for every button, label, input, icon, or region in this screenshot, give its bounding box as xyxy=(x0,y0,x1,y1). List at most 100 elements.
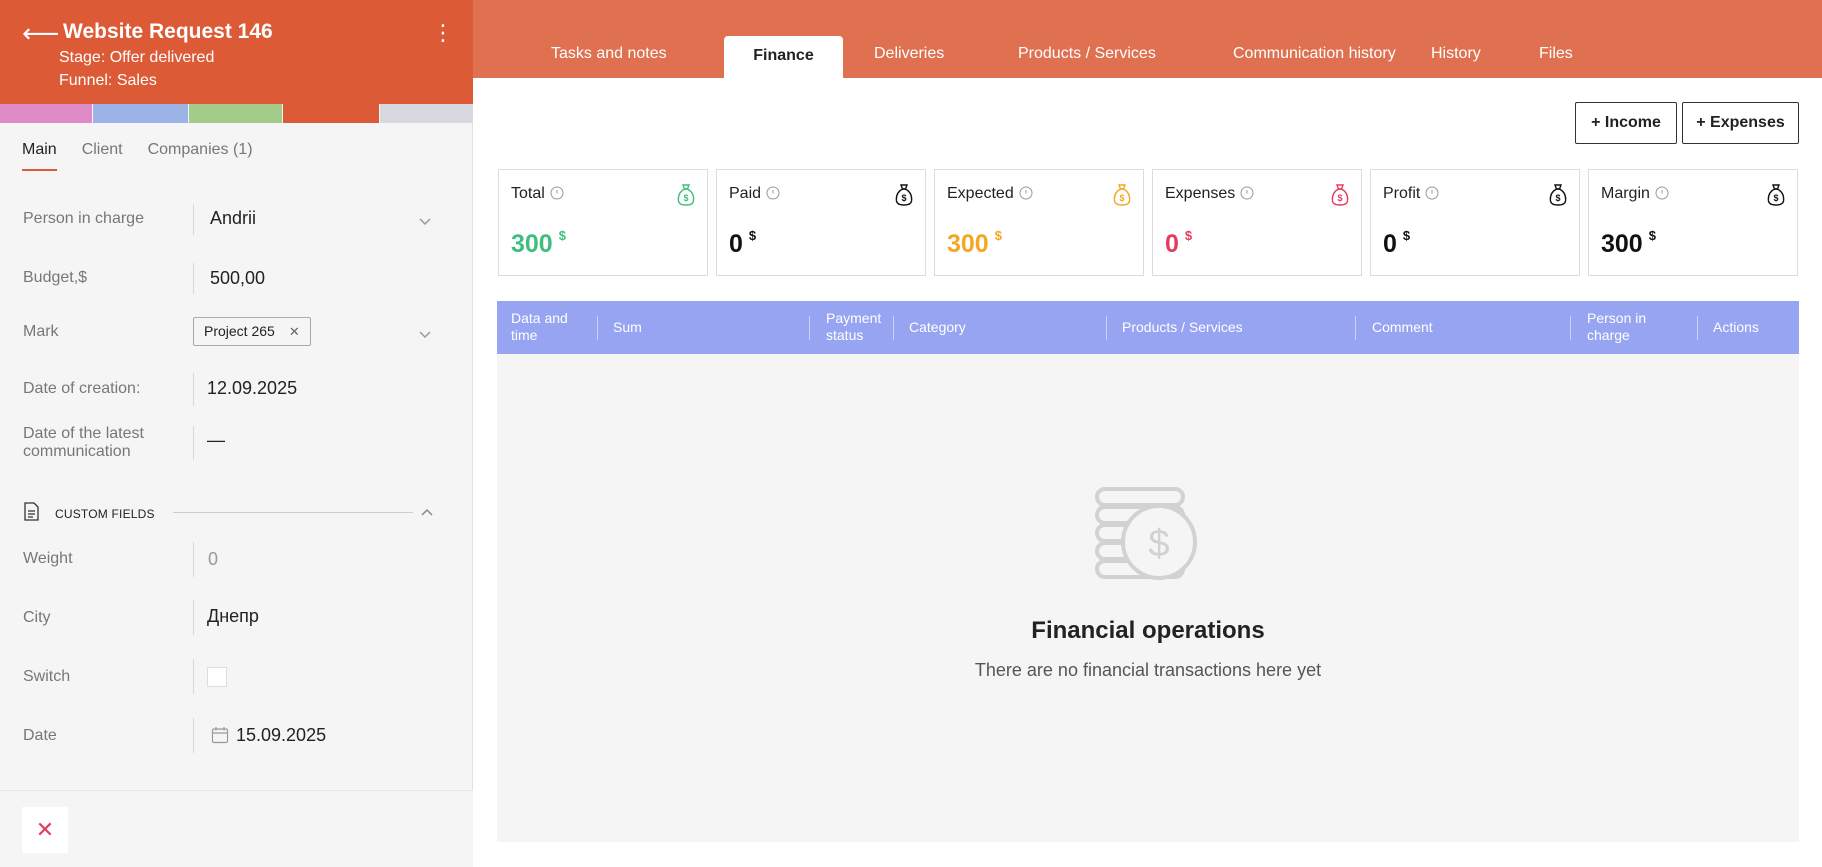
deal-sidebar: ⟵ Website Request 146 Stage: Offer deliv… xyxy=(0,0,473,867)
chevron-up-icon[interactable] xyxy=(421,506,433,518)
column-divider xyxy=(1106,316,1107,340)
info-icon[interactable] xyxy=(1655,186,1669,200)
info-icon[interactable] xyxy=(766,186,780,200)
stage-segment[interactable] xyxy=(283,104,380,123)
close-button[interactable]: ✕ xyxy=(22,807,68,853)
chevron-down-icon[interactable] xyxy=(419,214,431,226)
coins-icon: $ xyxy=(1095,486,1199,586)
main-content: Tasks and notes Finance Deliveries Produ… xyxy=(473,0,1822,867)
money-bag-icon: $ xyxy=(677,184,695,206)
remove-tag-icon[interactable]: ✕ xyxy=(289,318,300,345)
column-header-sum[interactable]: Sum xyxy=(613,319,642,336)
column-divider xyxy=(893,316,894,340)
field-divider xyxy=(193,718,194,753)
tab-finance-label: Finance xyxy=(753,47,814,64)
column-header-category[interactable]: Category xyxy=(909,319,966,336)
more-options-icon[interactable]: ⋮ xyxy=(432,22,454,44)
field-label: City xyxy=(23,609,51,626)
money-bag-icon: $ xyxy=(895,184,913,206)
stage-segment[interactable] xyxy=(0,104,92,123)
chevron-down-icon[interactable] xyxy=(419,327,431,339)
card-label: Expenses xyxy=(1165,185,1236,202)
budget-input[interactable]: 500,00 xyxy=(210,268,265,289)
money-bag-icon: $ xyxy=(1331,184,1349,206)
card-value: 300 $ xyxy=(511,228,566,258)
field-divider xyxy=(193,600,194,635)
info-icon[interactable] xyxy=(1240,186,1254,200)
field-label: Person in charge xyxy=(23,210,144,227)
svg-text:$: $ xyxy=(1148,523,1169,565)
info-icon[interactable] xyxy=(1425,186,1439,200)
column-header-payment-status[interactable]: Payment status xyxy=(826,310,881,344)
deal-header: ⟵ Website Request 146 Stage: Offer deliv… xyxy=(0,0,473,104)
card-label: Profit xyxy=(1383,185,1421,202)
add-income-button[interactable]: + Income xyxy=(1575,102,1677,144)
weight-input[interactable]: 0 xyxy=(208,549,218,570)
column-header-person-in-charge[interactable]: Person in charge xyxy=(1587,310,1646,344)
column-divider xyxy=(809,316,810,340)
card-value: 300 $ xyxy=(1601,228,1656,258)
sidebar-footer: ✕ xyxy=(0,790,473,867)
field-label: Budget,$ xyxy=(23,269,88,286)
card-label: Total xyxy=(511,185,545,202)
tab-deliveries[interactable]: Deliveries xyxy=(874,45,944,63)
tab-history[interactable]: History xyxy=(1431,45,1481,63)
switch-checkbox[interactable] xyxy=(207,667,227,687)
tab-files[interactable]: Files xyxy=(1539,45,1573,63)
tab-client[interactable]: Client xyxy=(82,141,123,171)
tab-companies[interactable]: Companies (1) xyxy=(148,141,253,171)
field-label: Date xyxy=(23,727,57,744)
custom-fields-title: CUSTOM FIELDS xyxy=(55,507,155,521)
tab-main[interactable]: Main xyxy=(22,141,57,171)
summary-card-expenses: Expenses $ 0 $ xyxy=(1152,169,1362,276)
svg-text:$: $ xyxy=(1773,193,1778,203)
field-label-line1: Date of the latest xyxy=(23,425,144,442)
column-divider xyxy=(1697,316,1698,340)
deal-stage: Stage: Offer delivered xyxy=(59,49,215,66)
stage-segment[interactable] xyxy=(188,104,283,123)
stage-segment[interactable] xyxy=(380,104,473,123)
money-bag-icon: $ xyxy=(1549,184,1567,206)
custom-fields-header[interactable]: CUSTOM FIELDS xyxy=(23,501,443,523)
card-value: 0 $ xyxy=(1383,228,1411,258)
tabs-bar: Tasks and notes Finance Deliveries Produ… xyxy=(473,0,1822,78)
money-bag-icon: $ xyxy=(1767,184,1785,206)
info-icon[interactable] xyxy=(1019,186,1033,200)
info-icon[interactable] xyxy=(550,186,564,200)
field-divider xyxy=(193,659,194,694)
field-divider xyxy=(193,542,194,577)
add-expenses-button[interactable]: + Expenses xyxy=(1682,102,1799,144)
column-divider xyxy=(1355,316,1356,340)
column-header-comment[interactable]: Comment xyxy=(1372,319,1433,336)
section-divider xyxy=(173,512,413,513)
column-header-actions[interactable]: Actions xyxy=(1713,319,1759,336)
field-divider xyxy=(193,263,194,294)
summary-card-profit: Profit $ 0 $ xyxy=(1370,169,1580,276)
person-in-charge-select[interactable]: Andrii xyxy=(210,208,256,229)
calendar-icon[interactable] xyxy=(211,726,229,744)
document-icon xyxy=(23,502,40,521)
tab-finance[interactable]: Finance xyxy=(724,36,843,78)
column-header-products-services[interactable]: Products / Services xyxy=(1122,319,1243,336)
svg-text:$: $ xyxy=(1555,193,1560,203)
tab-tasks-and-notes[interactable]: Tasks and notes xyxy=(551,45,667,63)
summary-card-total: Total $ 300 $ xyxy=(498,169,708,276)
stage-segment[interactable] xyxy=(92,104,188,123)
table-header: Data and time Sum Payment status Category … xyxy=(497,301,1799,354)
mark-tag-label: Project 265 xyxy=(204,323,275,339)
column-header-date[interactable]: Data and time xyxy=(511,310,568,344)
card-label: Paid xyxy=(729,185,762,202)
date-latest-value: — xyxy=(207,430,225,450)
date-input[interactable]: 15.09.2025 xyxy=(236,725,326,746)
date-created-value: 12.09.2025 xyxy=(207,378,298,398)
card-label: Margin xyxy=(1601,185,1650,202)
city-input[interactable]: Днепр xyxy=(207,606,259,627)
deal-funnel: Funnel: Sales xyxy=(59,72,157,89)
tab-communication-history[interactable]: Communication history xyxy=(1233,45,1396,63)
field-label: Mark xyxy=(23,323,59,340)
tab-products-services[interactable]: Products / Services xyxy=(1018,45,1156,63)
back-arrow-icon[interactable]: ⟵ xyxy=(22,20,59,46)
mark-tag: Project 265 ✕ xyxy=(193,317,311,346)
summary-card-paid: Paid $ 0 $ xyxy=(716,169,926,276)
finance-table: Data and time Sum Payment status Category … xyxy=(497,301,1799,842)
